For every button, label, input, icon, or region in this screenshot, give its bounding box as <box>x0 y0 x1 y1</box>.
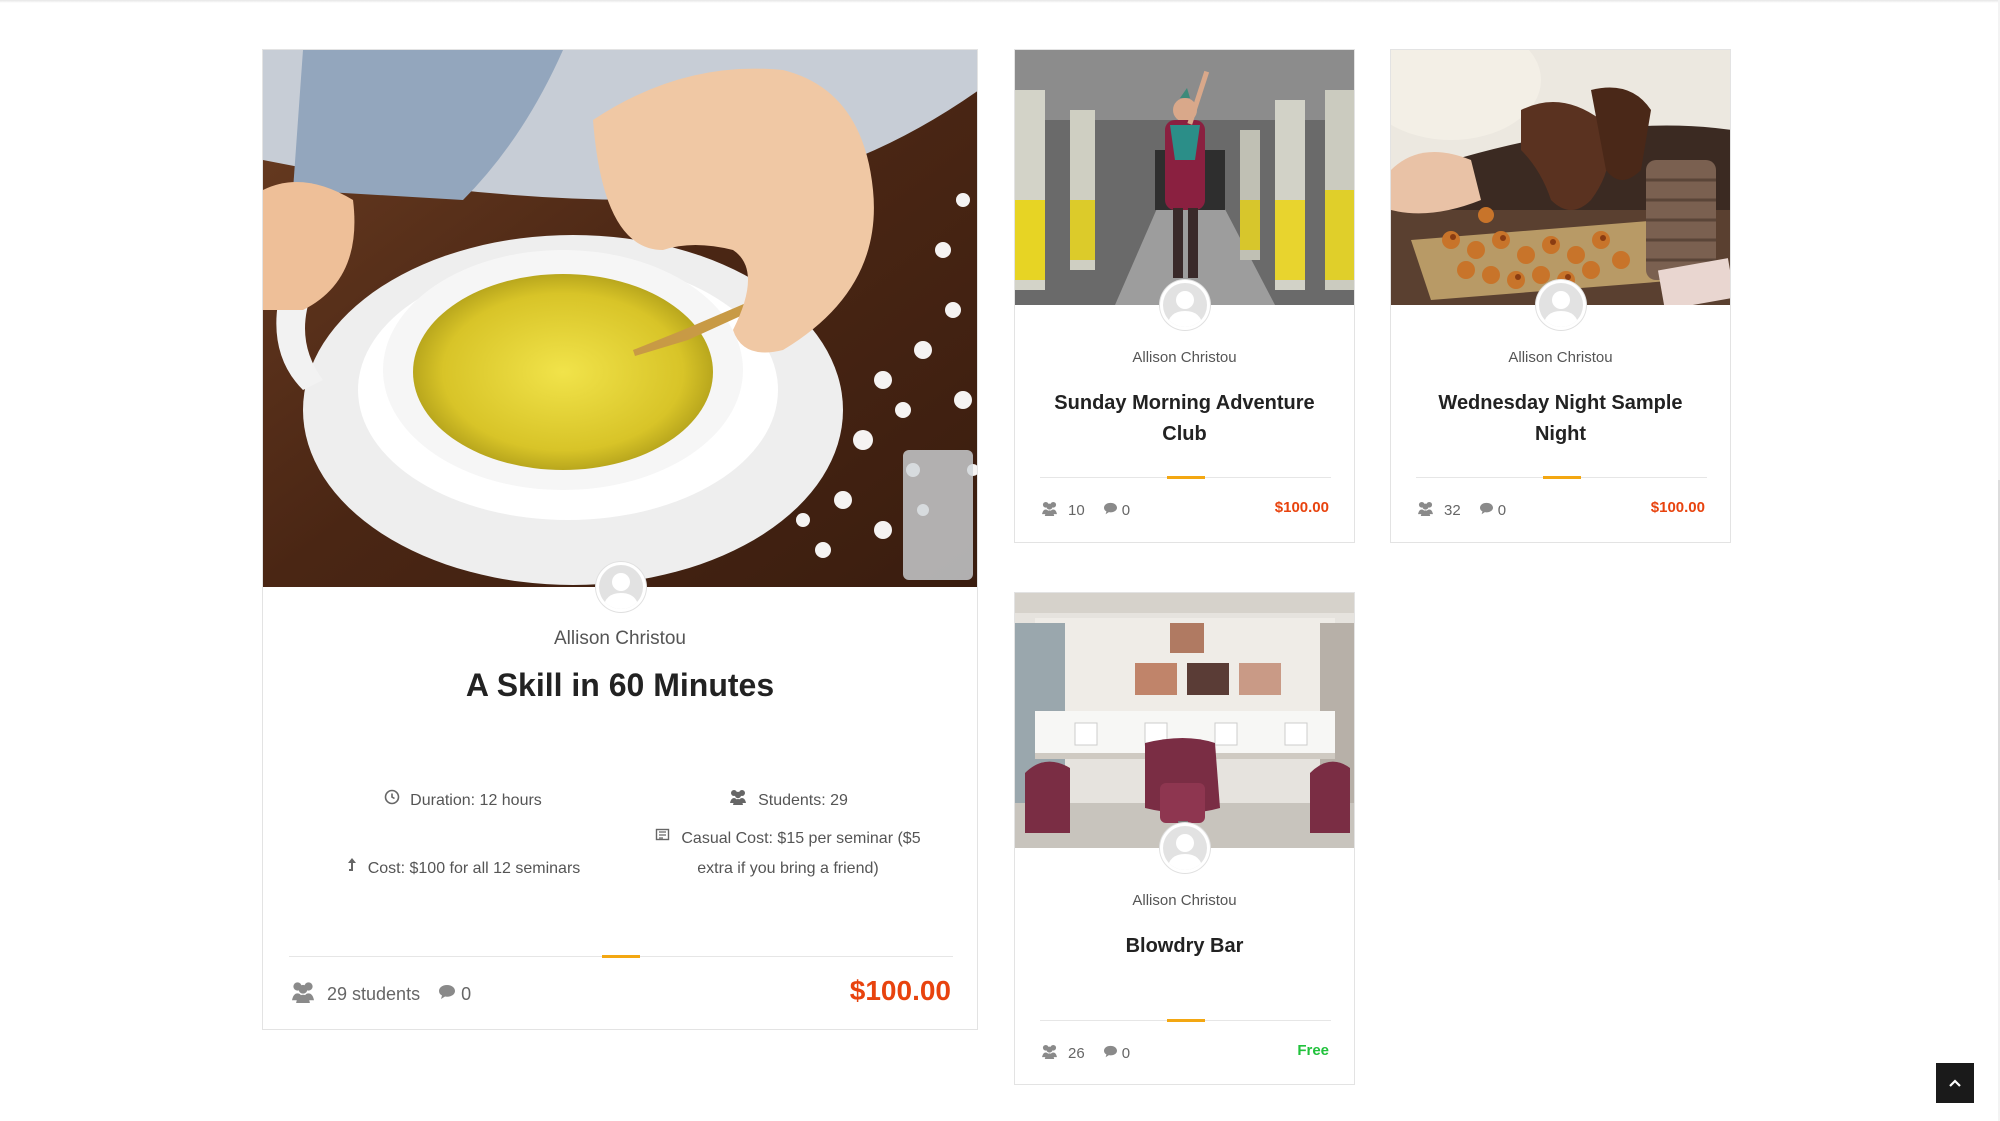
comment-icon <box>438 984 456 1005</box>
students-label: 29 students <box>327 983 421 1004</box>
students-info: Students: 29 <box>643 786 933 816</box>
course-author[interactable]: Allison Christou <box>1391 349 1730 366</box>
comment-icon <box>1103 502 1118 519</box>
users-icon <box>1040 501 1059 520</box>
author-avatar[interactable] <box>1160 823 1210 873</box>
comments-value: 0 <box>1121 1044 1131 1062</box>
casual-cost-info: Casual Cost: $15 per seminar ($5 extra i… <box>643 824 933 884</box>
course-title[interactable]: Wednesday Night Sample Night <box>1391 388 1730 450</box>
divider-accent <box>1166 1019 1205 1022</box>
comments-value: 0 <box>1121 501 1131 519</box>
card-divider <box>1040 1019 1331 1022</box>
card-meta: 26 0 <box>1040 1041 1130 1065</box>
comments-count[interactable]: 0 <box>438 984 471 1005</box>
scroll-to-top-button[interactable] <box>1936 1063 1974 1103</box>
students-text: Students: 29 <box>758 792 848 810</box>
chevron-up-icon <box>1949 1079 1961 1087</box>
comments-count[interactable]: 0 <box>1103 1045 1130 1062</box>
students-count: 29 students <box>289 981 420 1008</box>
course-title-line2: Club <box>1162 423 1207 445</box>
arrow-icon <box>346 854 358 884</box>
course-author[interactable]: Allison Christou <box>263 628 977 650</box>
course-image[interactable] <box>263 50 977 587</box>
course-card[interactable]: Allison Christou Wednesday Night Sample … <box>1390 49 1731 543</box>
user-avatar-icon <box>1539 283 1583 327</box>
author-avatar[interactable] <box>596 562 646 612</box>
card-divider <box>1040 476 1331 479</box>
food-platter-photo <box>1391 50 1730 305</box>
divider-accent <box>602 955 640 958</box>
casual-cost-line1: Casual Cost: $15 per seminar ($5 <box>681 830 921 848</box>
card-divider <box>1416 476 1707 479</box>
cost-text: Cost: $100 for all 12 seminars <box>367 860 581 878</box>
card-divider <box>289 955 953 958</box>
course-price: Free <box>1297 1042 1329 1059</box>
course-title-line1: Sunday Morning Adventure <box>1054 392 1315 414</box>
course-card[interactable]: Allison Christou Sunday Morning Adventur… <box>1014 49 1355 543</box>
course-title-line1: Wednesday Night Sample <box>1438 392 1683 414</box>
comments-value: 0 <box>1497 501 1507 519</box>
students-count: 32 <box>1416 501 1461 520</box>
course-title[interactable]: A Skill in 60 Minutes <box>263 667 977 704</box>
comments-value: 0 <box>461 983 472 1004</box>
comments-count[interactable]: 0 <box>1103 502 1130 519</box>
user-avatar-icon <box>1163 826 1207 870</box>
user-avatar-icon <box>599 565 643 609</box>
comment-icon <box>1479 502 1494 519</box>
course-price: $100.00 <box>849 975 951 1006</box>
duration-info: Duration: 12 hours <box>313 786 613 816</box>
divider-accent <box>1542 476 1581 479</box>
header-shadow <box>0 0 2000 3</box>
course-title[interactable]: Blowdry Bar <box>1015 931 1354 962</box>
card-meta: 29 students 0 <box>289 976 471 1012</box>
students-value: 10 <box>1068 501 1085 519</box>
course-title[interactable]: Sunday Morning Adventure Club <box>1015 388 1354 450</box>
students-count: 26 <box>1040 1044 1085 1063</box>
users-icon <box>728 786 748 816</box>
course-card[interactable]: Allison Christou Blowdry Bar 26 0 Free <box>1014 592 1355 1085</box>
course-author[interactable]: Allison Christou <box>1015 349 1354 366</box>
course-card-featured[interactable]: Allison Christou A Skill in 60 Minutes D… <box>262 49 978 1030</box>
author-avatar[interactable] <box>1536 280 1586 330</box>
users-icon <box>1416 501 1435 520</box>
card-meta: 32 0 <box>1416 498 1506 522</box>
duration-text: Duration: 12 hours <box>410 792 542 810</box>
course-image[interactable] <box>1015 50 1354 305</box>
divider-accent <box>1166 476 1205 479</box>
course-image[interactable] <box>1391 50 1730 305</box>
course-image[interactable] <box>1015 593 1354 848</box>
graffiti-tunnel-photo <box>1015 50 1354 305</box>
salon-interior-photo <box>1015 593 1354 848</box>
course-title-line2: Night <box>1534 423 1587 445</box>
user-avatar-icon <box>1163 283 1207 327</box>
students-value: 26 <box>1068 1044 1085 1062</box>
card-meta: 10 0 <box>1040 498 1130 522</box>
course-price: $100.00 <box>1274 499 1329 516</box>
users-icon <box>289 981 317 1008</box>
users-icon <box>1040 1044 1059 1063</box>
clock-icon <box>384 786 400 816</box>
author-avatar[interactable] <box>1160 280 1210 330</box>
casual-cost-line2: extra if you bring a friend) <box>697 860 879 878</box>
comment-icon <box>1103 1045 1118 1062</box>
course-author[interactable]: Allison Christou <box>1015 892 1354 909</box>
students-count: 10 <box>1040 501 1085 520</box>
course-price: $100.00 <box>1650 499 1705 516</box>
tea-cup-photo <box>263 50 977 587</box>
course-title-line1: Blowdry Bar <box>1125 935 1244 957</box>
ticket-icon <box>655 824 671 854</box>
students-value: 32 <box>1444 501 1461 519</box>
cost-info: Cost: $100 for all 12 seminars <box>313 854 613 884</box>
comments-count[interactable]: 0 <box>1479 502 1506 519</box>
